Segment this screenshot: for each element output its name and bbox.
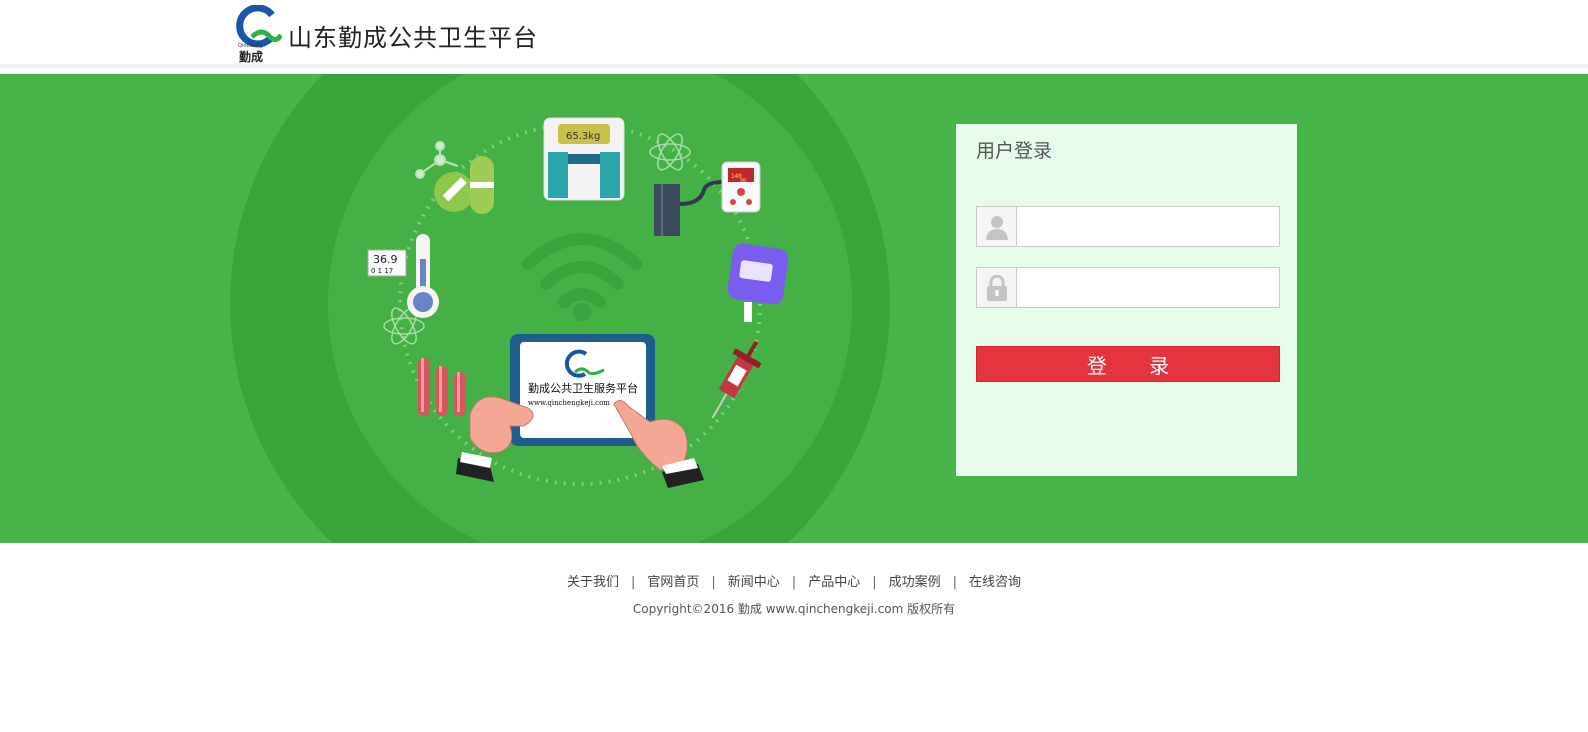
footer-separator: | [872, 575, 877, 590]
footer-link-news[interactable]: 新闻中心 [728, 575, 780, 590]
footer-links: 关于我们 | 官网首页 | 新闻中心 | 产品中心 | 成功案例 | 在线咨询 [0, 571, 1588, 590]
username-field [976, 206, 1280, 247]
copyright-text: Copyright©2016 勤成 www.qinchengkeji.com 版… [632, 602, 956, 616]
weight-scale-icon: 65.3kg [543, 117, 625, 201]
password-field [976, 267, 1280, 308]
tablet-url: www.qinchengkeji.com [528, 399, 610, 407]
password-input[interactable] [1018, 268, 1279, 307]
thermometer-time: 0 1 17 [371, 267, 393, 275]
hero-banner: 65.3kg 140 90 36.9 0 1 17 勤成公共卫生服务平台 www… [0, 74, 1588, 543]
footer-separator: | [791, 575, 797, 590]
thermometer-reading: 36.9 [373, 253, 398, 266]
login-title: 用户登录 [976, 140, 1053, 162]
footer-separator: | [711, 575, 716, 590]
user-icon [977, 207, 1017, 246]
footer-separator: | [952, 575, 957, 590]
wifi-dot [573, 303, 591, 321]
scale-reading: 65.3kg [566, 131, 600, 142]
footer-link-products[interactable]: 产品中心 [808, 575, 860, 590]
login-button[interactable]: 登 录 [976, 346, 1280, 382]
health-device-illustration: 65.3kg 140 90 36.9 0 1 17 勤成公共卫生服务平台 www… [230, 74, 890, 543]
footer-link-consult[interactable]: 在线咨询 [969, 575, 1021, 590]
logo-caption: 勤成 [239, 50, 264, 64]
footer-link-about[interactable]: 关于我们 [567, 575, 619, 590]
bp-reading-2: 90 [740, 178, 746, 184]
site-title: 山东勤成公共卫生平台 [288, 24, 538, 52]
footer-link-cases[interactable]: 成功案例 [889, 575, 941, 590]
lock-icon [977, 268, 1017, 307]
site-header: QinCheng 勤成 山东勤成公共卫生平台 [0, 0, 1588, 68]
username-input[interactable] [1018, 207, 1279, 246]
tablet-title: 勤成公共卫生服务平台 [528, 381, 638, 395]
footer-separator: | [630, 575, 636, 590]
login-panel: 用户登录 登 录 [956, 124, 1297, 476]
footer-link-home[interactable]: 官网首页 [647, 575, 699, 590]
